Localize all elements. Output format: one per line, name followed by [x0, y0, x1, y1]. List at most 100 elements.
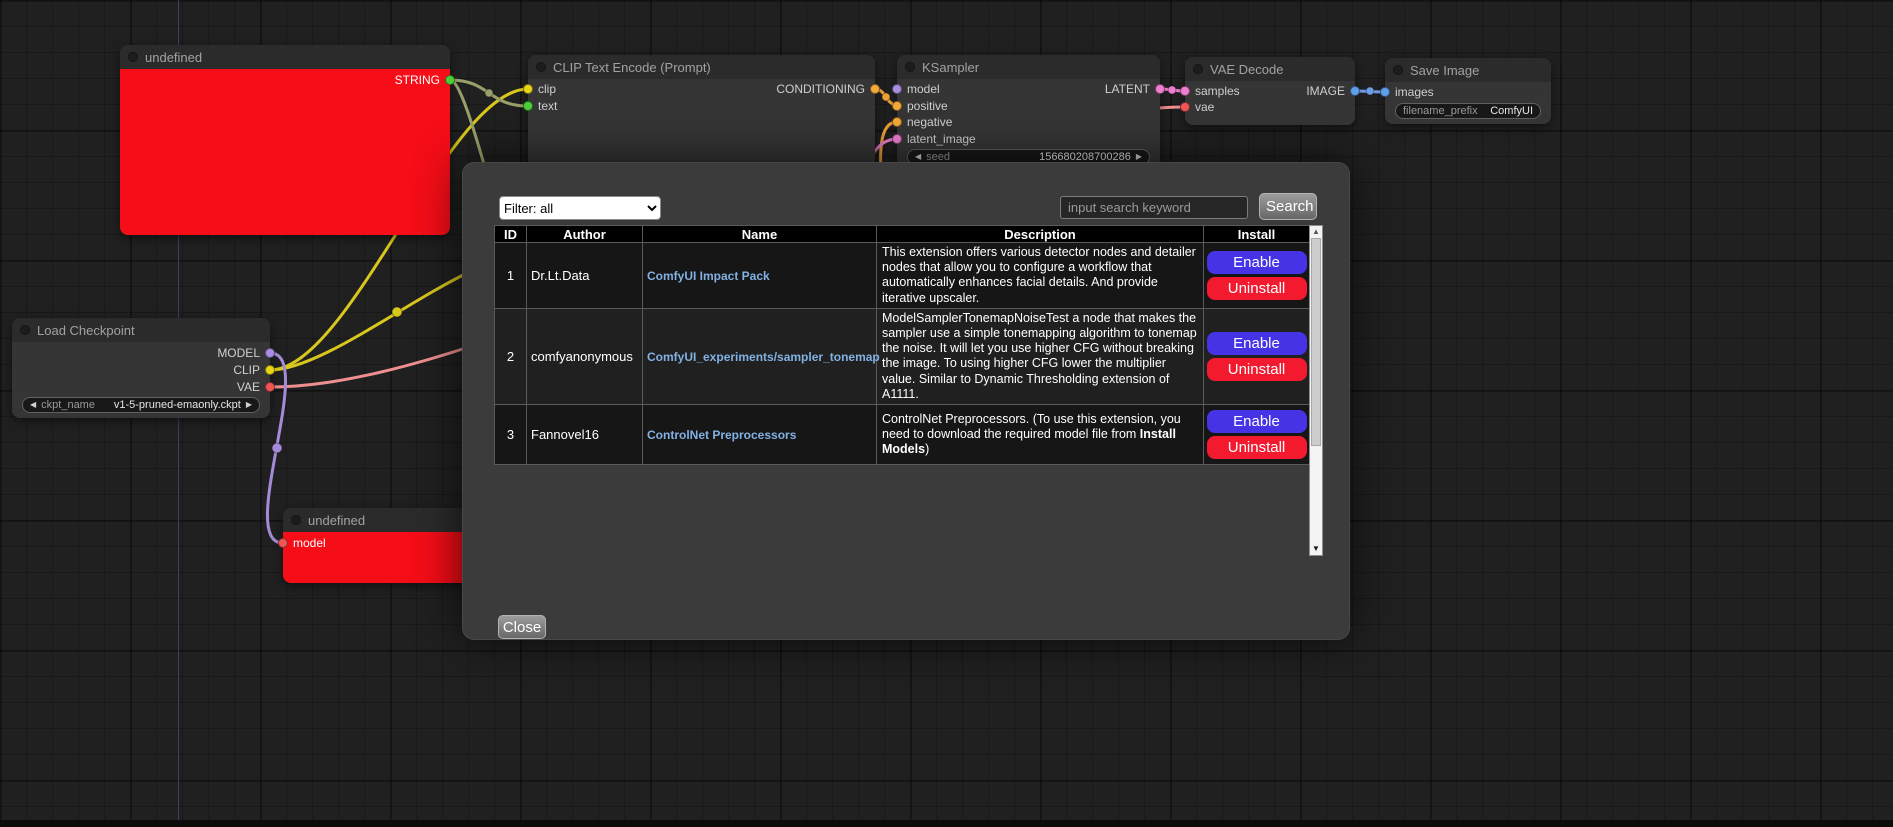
slot-label: samples [1195, 84, 1240, 98]
input-slot-text: text [523, 99, 557, 113]
node-titlebar[interactable]: VAE Decode [1185, 57, 1355, 81]
output-slot-model: MODEL [217, 346, 275, 360]
output-slot-clip: CLIP [233, 363, 275, 377]
input-dot-images[interactable] [1380, 87, 1390, 97]
extension-link[interactable]: ComfyUI Impact Pack [647, 269, 770, 283]
enable-button[interactable]: Enable [1207, 332, 1307, 355]
output-slot-string: STRING [395, 73, 455, 87]
row-description: ModelSamplerTonemapNoiseTest a node that… [877, 308, 1204, 404]
node-body: images filename_prefix ComfyUI [1385, 82, 1551, 124]
canvas-bottom-edge [0, 820, 1893, 827]
extension-link[interactable]: ControlNet Preprocessors [647, 428, 796, 442]
filename-prefix-widget[interactable]: filename_prefix ComfyUI [1395, 103, 1541, 119]
enable-button[interactable]: Enable [1207, 410, 1307, 433]
collapse-dot-icon[interactable] [128, 52, 138, 62]
node-vae-decode[interactable]: VAE Decode samples vae IMAGE [1185, 57, 1355, 125]
node-undefined-top[interactable]: undefined STRING [120, 45, 450, 235]
slot-label: IMAGE [1306, 84, 1345, 98]
slot-label: positive [907, 99, 948, 113]
input-slot-positive: positive [892, 99, 948, 113]
extension-table-area: ID Author Name Description Install 1 Dr.… [494, 225, 1325, 556]
node-body: STRING [120, 69, 450, 235]
header-id: ID [495, 226, 527, 243]
row-id: 2 [495, 308, 527, 404]
input-dot-model[interactable] [278, 538, 288, 548]
output-slot-vae: VAE [237, 380, 275, 394]
output-dot-model[interactable] [265, 348, 275, 358]
row-author: Fannovel16 [527, 405, 643, 465]
node-titlebar[interactable]: Load Checkpoint [12, 318, 270, 342]
widget-label: filename_prefix [1403, 105, 1478, 117]
output-dot-clip[interactable] [265, 365, 275, 375]
collapse-dot-icon[interactable] [291, 515, 301, 525]
node-title: undefined [308, 513, 365, 528]
extension-link[interactable]: ComfyUI_experiments/sampler_tonemap [647, 350, 880, 364]
collapse-dot-icon[interactable] [1393, 65, 1403, 75]
input-dot-vae[interactable] [1180, 102, 1190, 112]
collapse-dot-icon[interactable] [20, 325, 30, 335]
node-save-image[interactable]: Save Image images filename_prefix ComfyU… [1385, 58, 1551, 124]
header-description: Description [877, 226, 1204, 243]
widget-value: v1-5-pruned-emaonly.ckpt [114, 399, 241, 411]
header-author: Author [527, 226, 643, 243]
widget-value: ComfyUI [1490, 105, 1533, 117]
output-slot-image: IMAGE [1306, 84, 1360, 98]
output-slot-latent: LATENT [1105, 82, 1165, 96]
search-input[interactable] [1060, 196, 1248, 219]
node-titlebar[interactable]: KSampler [897, 55, 1160, 79]
uninstall-button[interactable]: Uninstall [1207, 436, 1307, 459]
node-titlebar[interactable]: undefined [120, 45, 450, 69]
filter-select[interactable]: Filter: all [499, 196, 661, 220]
collapse-dot-icon[interactable] [536, 62, 546, 72]
scrollbar-thumb[interactable] [1311, 238, 1321, 446]
input-dot-negative[interactable] [892, 117, 902, 127]
output-dot-vae[interactable] [265, 382, 275, 392]
uninstall-button[interactable]: Uninstall [1207, 277, 1307, 300]
scroll-down-icon[interactable]: ▼ [1310, 544, 1322, 554]
slot-label: CONDITIONING [776, 82, 865, 96]
collapse-dot-icon[interactable] [905, 62, 915, 72]
slot-label: MODEL [217, 346, 260, 360]
node-title: Save Image [1410, 63, 1479, 78]
scroll-up-icon[interactable]: ▲ [1310, 227, 1322, 237]
widget-label: ckpt_name [41, 399, 95, 411]
link-dot [1168, 86, 1176, 94]
output-dot-latent[interactable] [1155, 84, 1165, 94]
output-dot-conditioning[interactable] [870, 84, 880, 94]
slot-label: CLIP [233, 363, 260, 377]
search-button[interactable]: Search [1259, 193, 1317, 220]
node-body: samples vae IMAGE [1185, 81, 1355, 125]
input-dot-positive[interactable] [892, 101, 902, 111]
output-dot-image[interactable] [1350, 86, 1360, 96]
collapse-dot-icon[interactable] [1193, 64, 1203, 74]
header-install: Install [1204, 226, 1310, 243]
node-load-checkpoint[interactable]: Load Checkpoint MODEL CLIP VAE ◀ ckpt_na… [12, 318, 270, 418]
output-slot-conditioning: CONDITIONING [776, 82, 880, 96]
input-dot-samples[interactable] [1180, 86, 1190, 96]
node-title: VAE Decode [1210, 62, 1283, 77]
input-dot-latent-image[interactable] [892, 134, 902, 144]
node-titlebar[interactable]: CLIP Text Encode (Prompt) [528, 55, 875, 79]
input-slot-vae: vae [1180, 100, 1214, 114]
node-titlebar[interactable]: Save Image [1385, 58, 1551, 82]
close-button[interactable]: Close [498, 615, 546, 639]
table-scrollbar[interactable]: ▲ ▼ [1309, 225, 1323, 556]
table-row: 2 comfyanonymous ComfyUI_experiments/sam… [495, 308, 1310, 404]
input-slot-model: model [278, 536, 326, 550]
input-dot-clip[interactable] [523, 84, 533, 94]
input-dot-model[interactable] [892, 84, 902, 94]
output-dot-string[interactable] [445, 75, 455, 85]
uninstall-button[interactable]: Uninstall [1207, 358, 1307, 381]
increment-arrow-icon[interactable]: ▶ [1136, 153, 1142, 161]
input-slot-negative: negative [892, 115, 952, 129]
enable-button[interactable]: Enable [1207, 251, 1307, 274]
ckpt-name-widget[interactable]: ◀ ckpt_name v1-5-pruned-emaonly.ckpt ▶ [22, 397, 260, 413]
slot-label: vae [1195, 100, 1214, 114]
row-id: 1 [495, 243, 527, 309]
input-dot-text[interactable] [523, 101, 533, 111]
decrement-arrow-icon[interactable]: ◀ [915, 153, 921, 161]
next-arrow-icon[interactable]: ▶ [246, 401, 252, 409]
slot-label: images [1395, 85, 1434, 99]
prev-arrow-icon[interactable]: ◀ [30, 401, 36, 409]
node-title: Load Checkpoint [37, 323, 135, 338]
